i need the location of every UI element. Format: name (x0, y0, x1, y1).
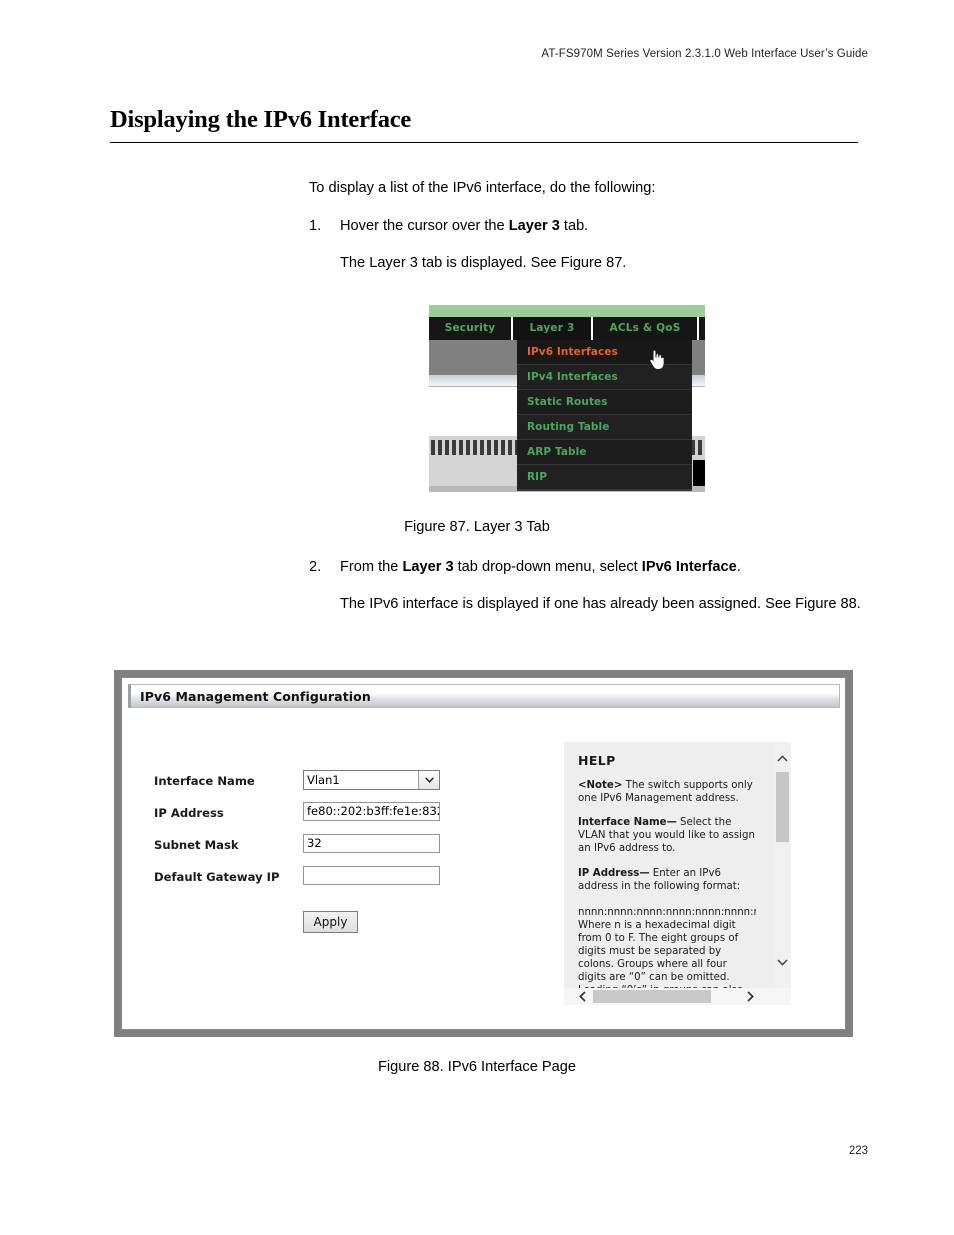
step-1-bold: Layer 3 (508, 218, 560, 234)
form-row-interface-name: Interface Name Vlan1 (154, 770, 484, 802)
menu-item-rip[interactable]: RIP (517, 465, 692, 490)
label-default-gateway-ip: Default Gateway IP (154, 870, 280, 884)
help-panel-text: HELP <Note> The switch supports only one… (578, 754, 756, 992)
ipv6-config-form: Interface Name Vlan1 IP Address fe80::20… (154, 770, 484, 898)
hand-cursor-icon (649, 349, 665, 371)
title-divider (110, 142, 858, 143)
menu-item-arp-table[interactable]: ARP Table (517, 440, 692, 465)
help-ip-address-text-2: Where n is a hexadecimal digit from 0 to… (578, 919, 743, 992)
help-vertical-scrollbar-thumb[interactable] (776, 772, 789, 842)
help-interface-name: Interface Name— Select the VLAN that you… (578, 816, 756, 855)
label-subnet-mask: Subnet Mask (154, 838, 239, 852)
page-number: 223 (848, 1145, 868, 1157)
ip-address-input[interactable]: fe80::202:b3ff:fe1e:8329 (303, 802, 440, 821)
figure87-device-ports-left (431, 440, 521, 455)
help-panel: HELP <Note> The switch supports only one… (564, 742, 791, 1005)
apply-button[interactable]: Apply (303, 911, 358, 933)
subnet-mask-input[interactable]: 32 (303, 834, 440, 853)
step-2-text-middle: tab drop-down menu, select (453, 559, 642, 575)
figure-88-caption: Figure 88. IPv6 Interface Page (378, 1059, 576, 1075)
interface-name-value: Vlan1 (307, 773, 340, 787)
tab-layer-3[interactable]: Layer 3 (513, 317, 593, 340)
running-header: AT-FS970M Series Version 2.3.1.0 Web Int… (541, 48, 868, 60)
step-2: 2. From the Layer 3 tab drop-down menu, s… (309, 558, 869, 577)
figure87-device-image-left (429, 436, 521, 492)
figure87-light-bar-right (691, 375, 705, 387)
step-1-text-before: Hover the cursor over the (340, 218, 509, 234)
tab-security[interactable]: Security (429, 317, 513, 340)
label-ip-address: IP Address (154, 806, 224, 820)
step-2-text-before: From the (340, 559, 403, 575)
panel-title: IPv6 Management Configuration (140, 689, 371, 704)
label-interface-name: Interface Name (154, 774, 255, 788)
figure87-green-bar (429, 305, 705, 317)
step-2-number: 2. (309, 559, 322, 575)
step-1: 1. Hover the cursor over the Layer 3 tab. (309, 217, 869, 236)
figure-88-ipv6-interface-page: IPv6 Management Configuration Interface … (114, 670, 853, 1037)
figure87-grey-panel-right (691, 340, 705, 375)
figure87-grey-panel-left (429, 340, 521, 375)
scroll-right-icon[interactable] (742, 988, 759, 1005)
figure87-white-gap-left (429, 387, 521, 436)
step-1-result: The Layer 3 tab is displayed. See Figure… (340, 255, 627, 271)
tab-acls-qos[interactable]: ACLs & QoS (593, 317, 699, 340)
help-title: HELP (578, 754, 616, 768)
tab-bar-edge (699, 317, 705, 340)
scroll-up-icon[interactable] (774, 750, 791, 767)
step-1-number: 1. (309, 218, 322, 234)
help-interface-name-label: Interface Name— (578, 817, 677, 829)
help-note-label: <Note> (578, 780, 623, 792)
help-note: <Note> The switch supports only one IPv6… (578, 779, 756, 805)
figure87-light-bar-left (429, 375, 521, 387)
panel-title-bar: IPv6 Management Configuration (128, 684, 840, 708)
help-horizontal-scrollbar-thumb[interactable] (593, 990, 711, 1003)
form-row-subnet-mask: Subnet Mask 32 (154, 834, 484, 866)
interface-name-select[interactable]: Vlan1 (303, 770, 440, 790)
page-title: Displaying the IPv6 Interface (110, 106, 412, 133)
help-vertical-scrollbar[interactable] (774, 742, 791, 988)
help-ip-address: IP Address— Enter an IPv6 address in the… (578, 867, 756, 992)
step-2-bold-2: IPv6 Interface (641, 559, 737, 575)
form-row-ip-address: IP Address fe80::202:b3ff:fe1e:8329 (154, 802, 484, 834)
intro-paragraph: To display a list of the IPv6 interface,… (309, 180, 656, 196)
chevron-down-icon[interactable] (418, 771, 439, 789)
figure87-white-gap-right (691, 387, 705, 436)
menu-item-routing-table[interactable]: Routing Table (517, 415, 692, 440)
default-gateway-ip-input[interactable] (303, 866, 440, 885)
step-2-text-after: . (736, 559, 741, 575)
help-horizontal-scrollbar[interactable] (564, 988, 791, 1005)
step-2-bold-1: Layer 3 (402, 559, 454, 575)
step-2-result: The IPv6 interface is displayed if one h… (340, 596, 861, 612)
figure-87-caption: Figure 87. Layer 3 Tab (404, 519, 550, 535)
figure87-device-ports-right (691, 440, 705, 455)
menu-item-static-routes[interactable]: Static Routes (517, 390, 692, 415)
scroll-down-icon[interactable] (774, 954, 791, 971)
figure-87-layer3-tab: Security Layer 3 ACLs & QoS IPv6 Interfa… (429, 305, 705, 492)
help-ip-address-label: IP Address— (578, 867, 650, 879)
help-ip-address-format: nnnn:nnnn:nnnn:nnnn:nnnn:nnnn:nnnn (578, 906, 756, 918)
form-row-default-gateway: Default Gateway IP (154, 866, 484, 898)
scroll-left-icon[interactable] (574, 988, 591, 1005)
step-1-text-after: tab. (559, 218, 589, 234)
figure88-window: IPv6 Management Configuration Interface … (121, 677, 846, 1030)
